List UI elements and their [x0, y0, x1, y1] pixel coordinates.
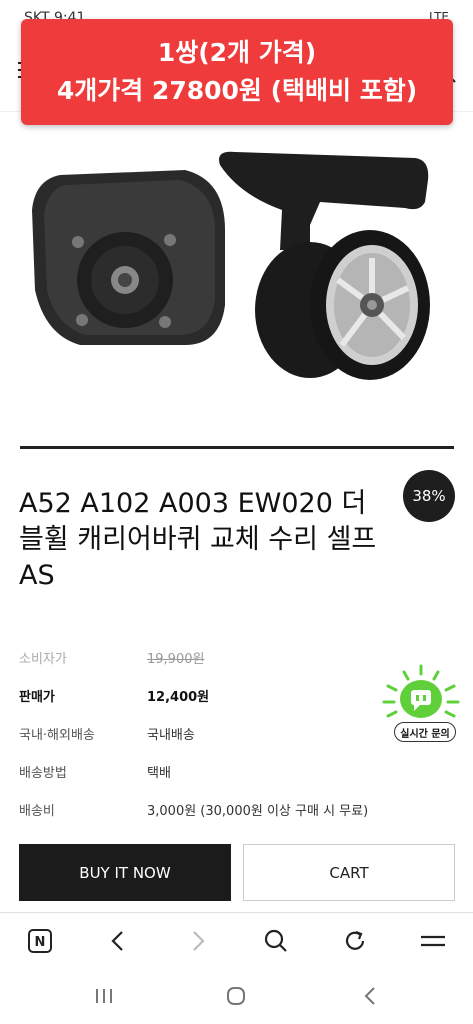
consumer-price-value: 19,900원: [147, 652, 205, 667]
info-row-shipping-fee: 배송비 3,000원 (30,000원 이상 구매 시 무료): [19, 792, 399, 830]
sale-price-value: 12,400원: [147, 690, 210, 705]
product-title: A52 A102 A003 EW020 더블휠 캐리어바퀴 교체 수리 셀프 A…: [19, 488, 377, 591]
image-divider: [20, 446, 454, 449]
info-row-shipping-region: 국내·해외배송 국내배송: [19, 716, 399, 754]
shipping-fee-value: 3,000원 (30,000원 이상 구매 시 무료): [147, 804, 369, 819]
promo-banner: 1쌍(2개 가격) 4개가격 27800원 (택배비 포함): [21, 19, 453, 125]
naver-home-glyph: N: [35, 935, 46, 950]
recents-icon[interactable]: [92, 984, 116, 1008]
back-icon[interactable]: [104, 927, 132, 955]
forward-icon[interactable]: [184, 927, 212, 955]
buy-now-button[interactable]: BUY IT NOW: [19, 844, 231, 901]
info-row-sale-price: 판매가 12,400원: [19, 678, 399, 716]
info-row-consumer-price: 소비자가 19,900원: [19, 640, 399, 678]
wheel-plate-image: [32, 170, 225, 345]
live-chat-widget[interactable]: 실시간 문의: [380, 664, 470, 746]
system-nav-bar: [0, 968, 473, 1024]
promo-line-1: 1쌍(2개 가격): [157, 38, 317, 67]
shipping-region-label: 국내·해외배송: [19, 728, 95, 743]
shipping-method-value: 택배: [147, 766, 171, 781]
discount-badge: 38%: [403, 470, 455, 522]
consumer-price-label: 소비자가: [19, 652, 67, 667]
shipping-method-label: 배송방법: [19, 766, 67, 781]
search-icon[interactable]: [262, 927, 290, 955]
chat-icon[interactable]: [400, 680, 442, 718]
product-image: [32, 151, 430, 380]
cart-button[interactable]: CART: [243, 844, 455, 901]
promo-line-2: 4개가격 27800원 (택배비 포함): [56, 76, 418, 105]
refresh-icon[interactable]: [341, 927, 369, 955]
menu-icon[interactable]: [419, 927, 447, 955]
double-wheel-image: [219, 151, 430, 380]
browser-toolbar: N: [0, 912, 473, 968]
naver-home-icon[interactable]: N: [26, 927, 54, 955]
shipping-fee-label: 배송비: [19, 804, 55, 819]
sale-price-label: 판매가: [19, 690, 55, 705]
info-row-shipping-method: 배송방법 택배: [19, 754, 399, 792]
shipping-region-value: 국내배송: [147, 728, 195, 743]
chat-label[interactable]: 실시간 문의: [394, 722, 456, 742]
back-icon[interactable]: [358, 984, 382, 1008]
home-icon[interactable]: [224, 984, 248, 1008]
